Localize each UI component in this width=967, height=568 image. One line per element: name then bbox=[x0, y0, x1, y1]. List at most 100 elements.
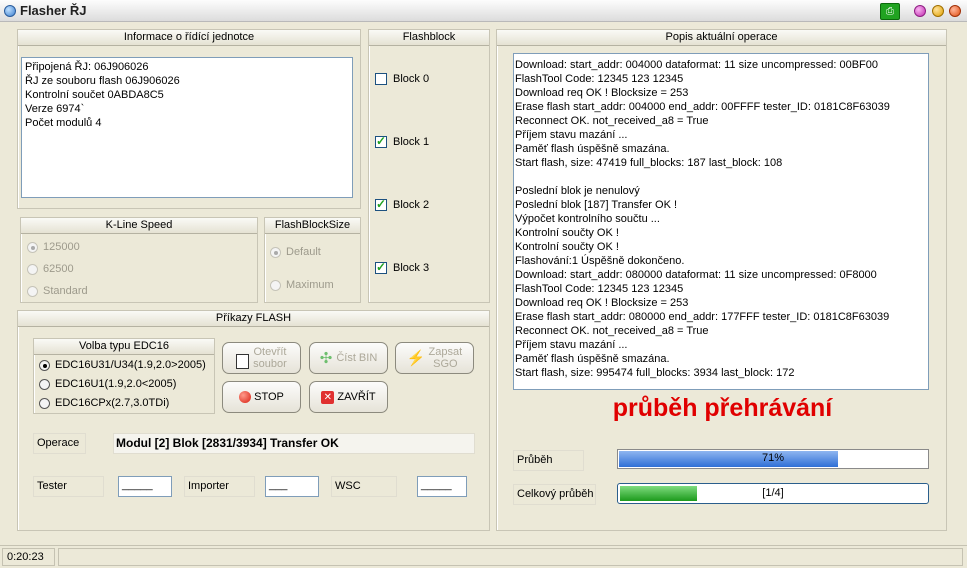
stop-icon bbox=[239, 391, 252, 403]
log-line: Poslední blok je nenulový bbox=[515, 185, 640, 197]
log-line: Erase flash start_addr: 004000 end_addr:… bbox=[515, 101, 890, 113]
edc-option-u31-u34[interactable]: EDC16U31/U34(1.9,2.0>2005) bbox=[39, 358, 211, 374]
radio-button[interactable] bbox=[270, 247, 281, 258]
edc-option-cpx[interactable]: EDC16CPx(2.7,3.0TDi) bbox=[39, 396, 211, 412]
log-line: Paměť flash úspěšně smazána. bbox=[515, 353, 670, 365]
status-time: 0:20:23 bbox=[2, 548, 55, 566]
write-sgo-button[interactable]: ⚡ Zapsat SGO bbox=[395, 342, 474, 374]
block-3-checkbox-row[interactable]: Block 3 bbox=[375, 260, 475, 277]
kline-option-62500[interactable]: 62500 bbox=[27, 262, 147, 278]
kline-speed-heading: K-Line Speed bbox=[21, 218, 257, 234]
log-line: Paměť flash úspěšně smazána. bbox=[515, 143, 670, 155]
kline-speed-panel: K-Line Speed 125000 62500 Standard bbox=[20, 217, 258, 303]
radio-button[interactable] bbox=[39, 398, 50, 409]
log-line: FlashTool Code: 12345 123 12345 bbox=[515, 73, 684, 85]
printer-icon[interactable]: ⎙ bbox=[880, 3, 900, 20]
flashblocksize-panel: FlashBlockSize Default Maximum bbox=[264, 217, 361, 303]
ecu-info-panel: Informace o řídící jednotce Připojená ŘJ… bbox=[17, 29, 361, 209]
block-1-checkbox-row[interactable]: Block 1 bbox=[375, 134, 475, 151]
progress-label: Průběh bbox=[513, 450, 584, 471]
operation-value: Modul [2] Blok [2831/3934] Transfer OK bbox=[113, 433, 475, 454]
open-file-button[interactable]: Otevřít soubor bbox=[222, 342, 301, 374]
stop-button[interactable]: STOP bbox=[222, 381, 301, 413]
log-line: Výpočet kontrolního součtu ... bbox=[515, 213, 660, 225]
log-line: Kontrolní součty OK ! bbox=[515, 241, 619, 253]
ecu-info-textbox[interactable]: Připojená ŘJ: 06J906026 ŘJ ze souboru fl… bbox=[21, 57, 353, 198]
kline-option-125000[interactable]: 125000 bbox=[27, 240, 147, 256]
log-line: Flashování:1 Úspěšně dokončeno. bbox=[515, 255, 685, 267]
flash-commands-panel: Příkazy FLASH Volba typu EDC16 EDC16U31/… bbox=[17, 310, 490, 531]
status-bar: 0:20:23 bbox=[0, 545, 967, 568]
importer-input[interactable]: ___ bbox=[265, 476, 319, 497]
ecu-info-line: Kontrolní součet 0ABDA8C5 bbox=[25, 89, 164, 101]
radio-button[interactable] bbox=[27, 264, 38, 275]
wsc-input[interactable]: _____ bbox=[417, 476, 467, 497]
ecu-info-line: ŘJ ze souboru flash 06J906026 bbox=[25, 75, 180, 87]
file-icon bbox=[236, 353, 250, 369]
title-bar: Flasher ŘJ ⎙ bbox=[0, 0, 967, 22]
operation-log-heading: Popis aktuální operace bbox=[497, 30, 946, 46]
block-3-checkbox[interactable] bbox=[375, 260, 387, 274]
edc16-type-heading: Volba typu EDC16 bbox=[34, 339, 214, 355]
wsc-label: WSC bbox=[331, 476, 397, 497]
total-progress-text: [1/4] bbox=[762, 487, 784, 499]
total-progress-label: Celkový průběh bbox=[513, 484, 596, 505]
progress-banner: průběh přehrávání bbox=[612, 394, 833, 422]
progress-bar: 71% bbox=[617, 449, 929, 469]
radio-button[interactable] bbox=[39, 360, 50, 371]
log-line: Download req OK ! Blocksize = 253 bbox=[515, 297, 689, 309]
log-line: Erase flash start_addr: 080000 end_addr:… bbox=[515, 311, 890, 323]
ecu-info-line: Počet modulů 4 bbox=[25, 117, 102, 129]
log-line: Poslední blok [187] Transfer OK ! bbox=[515, 199, 678, 211]
blocksize-option-maximum[interactable]: Maximum bbox=[270, 278, 355, 294]
operation-label: Operace bbox=[33, 433, 86, 454]
log-line: Reconnect OK. not_received_a8 = True bbox=[515, 115, 709, 127]
total-progress-bar: [1/4] bbox=[617, 483, 929, 504]
log-line: Příjem stavu mazání ... bbox=[515, 129, 628, 141]
close-window-button[interactable] bbox=[949, 5, 961, 17]
operation-log-textbox[interactable]: Download: start_addr: 004000 dataformat:… bbox=[513, 53, 929, 390]
block-2-checkbox-row[interactable]: Block 2 bbox=[375, 197, 475, 214]
radio-button[interactable] bbox=[27, 242, 38, 253]
log-line: Download: start_addr: 080000 dataformat:… bbox=[515, 269, 877, 281]
log-line: FlashTool Code: 12345 123 12345 bbox=[515, 283, 684, 295]
block-0-checkbox-row[interactable]: Block 0 bbox=[375, 72, 475, 88]
kline-option-standard[interactable]: Standard bbox=[27, 284, 147, 300]
ecu-info-heading: Informace o řídící jednotce bbox=[18, 30, 360, 46]
log-line: Start flash, size: 995474 full_blocks: 3… bbox=[515, 367, 795, 379]
minimize-button[interactable] bbox=[932, 5, 944, 17]
radio-button[interactable] bbox=[270, 280, 281, 291]
flashblock-panel: Flashblock Block 0 Block 1 Block 2 Block… bbox=[368, 29, 490, 303]
radio-button[interactable] bbox=[27, 286, 38, 297]
flashblocksize-heading: FlashBlockSize bbox=[265, 218, 360, 234]
close-button[interactable]: ✕ ZAVŘÍT bbox=[309, 381, 388, 413]
radio-button[interactable] bbox=[39, 379, 50, 390]
edc16-type-group: Volba typu EDC16 EDC16U31/U34(1.9,2.0>20… bbox=[33, 338, 215, 414]
status-pane bbox=[58, 548, 963, 566]
block-0-checkbox[interactable] bbox=[375, 73, 387, 85]
log-line: Reconnect OK. not_received_a8 = True bbox=[515, 325, 709, 337]
progress-percent: 71% bbox=[761, 452, 785, 464]
window-title: Flasher ŘJ bbox=[20, 3, 87, 18]
read-bin-button[interactable]: ✣ Číst BIN bbox=[309, 342, 388, 374]
help-button[interactable] bbox=[914, 5, 926, 17]
tester-input[interactable]: _____ bbox=[118, 476, 172, 497]
arrows-icon: ✣ bbox=[319, 350, 333, 367]
block-1-checkbox[interactable] bbox=[375, 134, 387, 148]
lightning-icon: ⚡ bbox=[406, 350, 426, 367]
close-icon: ✕ bbox=[321, 390, 335, 404]
ecu-info-line: Verze 6974` bbox=[25, 103, 85, 115]
ecu-info-line: Připojená ŘJ: 06J906026 bbox=[25, 61, 149, 73]
edc-option-u1[interactable]: EDC16U1(1.9,2.0<2005) bbox=[39, 377, 211, 393]
operation-log-panel: Popis aktuální operace Download: start_a… bbox=[496, 29, 947, 531]
log-line: Start flash, size: 47419 full_blocks: 18… bbox=[515, 157, 783, 169]
app-icon bbox=[4, 5, 16, 17]
tester-label: Tester bbox=[33, 476, 104, 497]
log-line: Příjem stavu mazání ... bbox=[515, 339, 628, 351]
block-2-checkbox[interactable] bbox=[375, 197, 387, 211]
blocksize-option-default[interactable]: Default bbox=[270, 245, 355, 261]
flash-commands-heading: Příkazy FLASH bbox=[18, 311, 489, 327]
flashblock-heading: Flashblock bbox=[369, 30, 489, 46]
importer-label: Importer bbox=[184, 476, 255, 497]
